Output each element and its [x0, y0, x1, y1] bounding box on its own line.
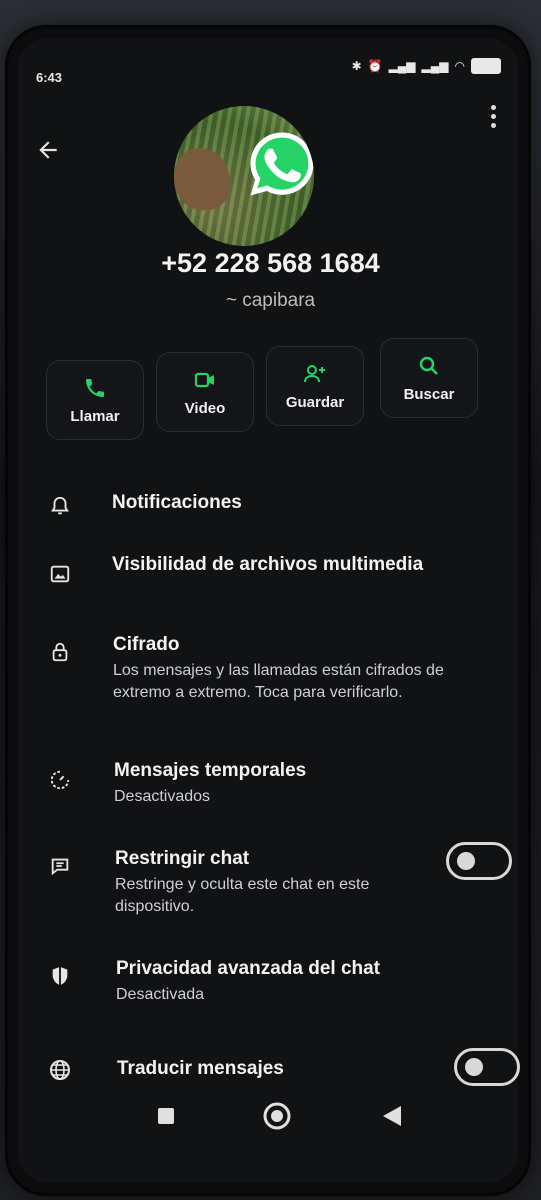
- restrict-chat-title: Restringir chat: [115, 848, 250, 869]
- dot: [490, 113, 496, 119]
- advanced-privacy-title: Privacidad avanzada del chat: [116, 958, 381, 979]
- shield-icon: [46, 962, 74, 990]
- square-icon: [158, 1108, 174, 1124]
- dot: [490, 122, 496, 128]
- disappearing-messages-row[interactable]: Mensajes temporales Desactivados: [38, 760, 508, 810]
- translate-messages-row[interactable]: Traducir mensajes: [38, 1048, 520, 1098]
- chat-lock-icon: [46, 852, 74, 880]
- android-navbar: [0, 1096, 541, 1136]
- avatar[interactable]: [174, 106, 314, 246]
- video-label: Video: [184, 399, 226, 417]
- more-options-button[interactable]: [481, 96, 505, 136]
- timer-icon: [46, 766, 74, 794]
- translate-messages-toggle[interactable]: [454, 1048, 520, 1086]
- bell-icon: [46, 492, 74, 520]
- media-visibility-row[interactable]: Visibilidad de archivos multimedia: [38, 554, 508, 594]
- encryption-row[interactable]: Cifrado Los mensajes y las llamadas está…: [38, 634, 508, 724]
- restrict-chat-row[interactable]: Restringir chat Restringe y oculta este …: [38, 842, 512, 918]
- encryption-subtitle: Los mensajes y las llamadas están cifrad…: [113, 662, 444, 701]
- circle-icon: [263, 1102, 291, 1130]
- battery-icon: [471, 58, 501, 74]
- wifi-icon: ◠: [454, 59, 465, 73]
- alarm-icon: ⏰: [367, 59, 383, 73]
- search-button[interactable]: Buscar: [380, 338, 478, 418]
- notifications-row[interactable]: Notificaciones: [38, 492, 508, 532]
- signal-icon: ▂▄▆: [388, 59, 416, 73]
- disappearing-messages-title: Mensajes temporales: [114, 760, 307, 781]
- video-button[interactable]: Video: [156, 352, 254, 432]
- call-label: Llamar: [70, 407, 120, 425]
- notifications-title: Notificaciones: [112, 492, 242, 513]
- advanced-privacy-row[interactable]: Privacidad avanzada del chat Desactivada: [38, 958, 508, 1008]
- add-contact-icon: [304, 364, 325, 382]
- arrow-left-icon: [39, 141, 57, 159]
- signal-icon: ▂▄▆: [421, 59, 449, 73]
- video-icon: [194, 372, 214, 387]
- call-button[interactable]: Llamar: [46, 360, 144, 440]
- advanced-privacy-subtitle: Desactivada: [116, 986, 205, 1003]
- media-visibility-title: Visibilidad de archivos multimedia: [112, 554, 424, 575]
- phone-icon: [86, 378, 104, 397]
- restrict-chat-toggle[interactable]: [446, 842, 512, 880]
- save-contact-label: Guardar: [285, 393, 345, 411]
- status-icons: ✱ ⏰ ▂▄▆ ▂▄▆ ◠: [352, 58, 501, 74]
- back-button[interactable]: [30, 132, 66, 168]
- contact-username: ~ capibara: [225, 290, 316, 311]
- translate-messages-title: Traducir mensajes: [117, 1058, 284, 1079]
- lock-icon: [46, 638, 74, 666]
- restrict-chat-subtitle: Restringe y oculta este chat en este dis…: [115, 876, 370, 915]
- home-button[interactable]: [257, 1096, 297, 1136]
- recents-button[interactable]: [146, 1096, 186, 1136]
- status-time: 6:43: [36, 70, 63, 85]
- globe-icon: [46, 1056, 74, 1084]
- image-icon: [46, 560, 74, 588]
- toggle-knob: [465, 1058, 483, 1076]
- contact-phone-number: +52 228 568 1684: [161, 248, 380, 278]
- save-contact-button[interactable]: Guardar: [266, 346, 364, 426]
- search-label: Buscar: [403, 385, 455, 403]
- search-icon: [419, 356, 438, 375]
- bluetooth-icon: ✱: [351, 59, 362, 73]
- whatsapp-logo-icon: [250, 132, 314, 196]
- back-nav-button[interactable]: [372, 1096, 412, 1136]
- action-buttons: Llamar Video Guardar Buscar: [34, 334, 484, 440]
- dot: [490, 104, 496, 110]
- status-bar: 6:43 ✱ ⏰ ▂▄▆ ▂▄▆ ◠: [36, 58, 501, 85]
- encryption-title: Cifrado: [113, 634, 180, 655]
- disappearing-messages-subtitle: Desactivados: [114, 788, 211, 805]
- triangle-back-icon: [383, 1106, 401, 1126]
- toggle-knob: [457, 852, 475, 870]
